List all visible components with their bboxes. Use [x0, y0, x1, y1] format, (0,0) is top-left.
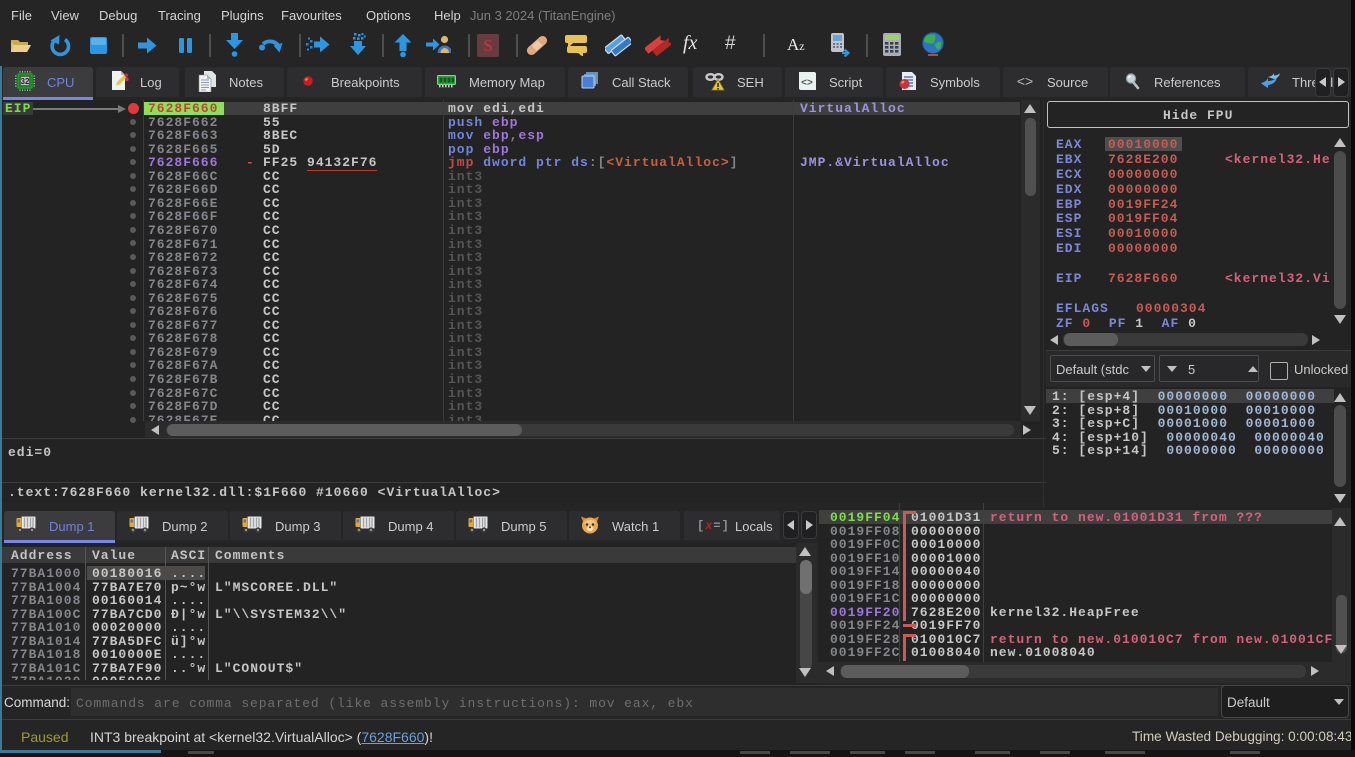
- svg-text:<>: <>: [1017, 73, 1033, 89]
- svg-text:<>: <>: [801, 78, 813, 89]
- svg-text:S: S: [483, 36, 492, 55]
- svg-text:32: 32: [21, 77, 30, 86]
